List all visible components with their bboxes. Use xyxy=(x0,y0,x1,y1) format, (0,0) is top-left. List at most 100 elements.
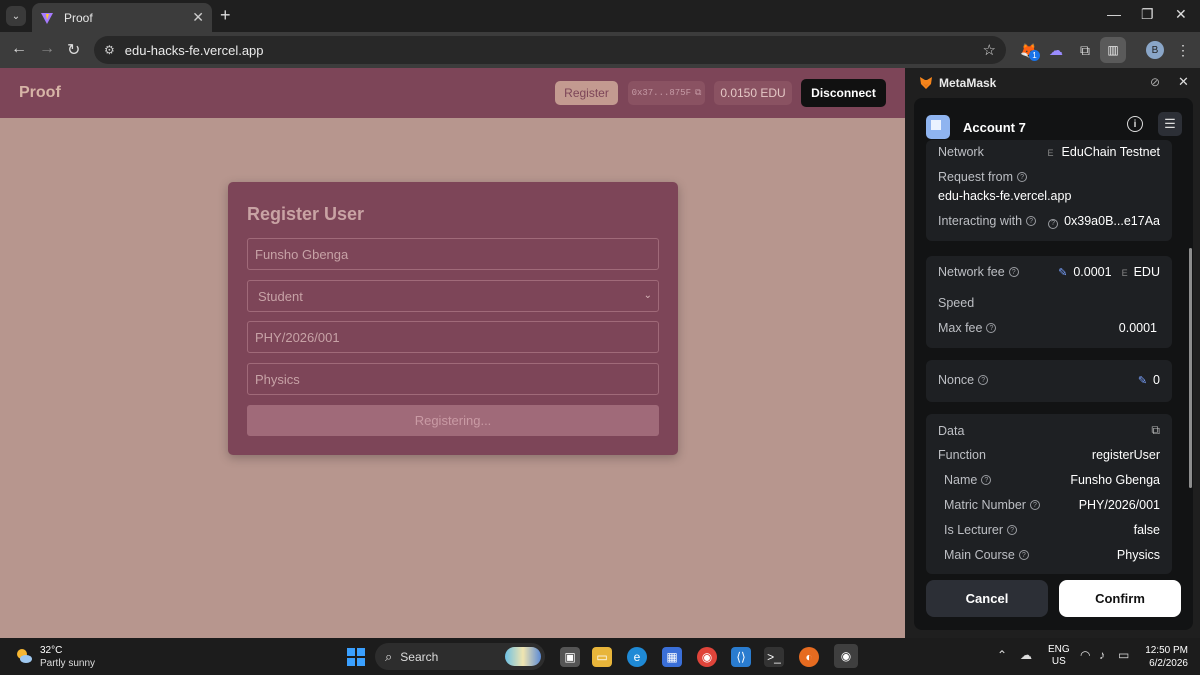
panel-close-icon[interactable]: ✕ xyxy=(1178,74,1189,90)
max-fee-row: Max fee? 0.0001 xyxy=(938,321,1160,335)
lang-line2: US xyxy=(1051,656,1066,667)
wifi-icon[interactable]: ◠ xyxy=(1080,648,1090,662)
param-row: Main Course? Physics xyxy=(944,548,1160,562)
param-row: Name? Funsho Gbenga xyxy=(944,473,1160,487)
account-avatar xyxy=(926,115,950,139)
copy-data-icon[interactable]: ⧉ xyxy=(1151,423,1160,438)
address-bar[interactable]: ⚙ edu-hacks-fe.vercel.app ☆ xyxy=(94,36,1006,64)
clock-date: 6/2/2026 xyxy=(1149,658,1188,669)
windows-taskbar: 32°C Partly sunny ⌕ Search ▣ ▭ e ▦ ◉ ⟨⟩ … xyxy=(0,638,1200,675)
file-explorer-icon[interactable]: ▭ xyxy=(592,647,612,667)
network-fee-label: Network fee xyxy=(938,265,1005,279)
site-settings-icon[interactable]: ⚙ xyxy=(104,43,115,57)
wallet-address-chip[interactable]: 0x37...875F ⧉ xyxy=(628,81,705,105)
param-value: false xyxy=(1133,523,1160,537)
extension-icon[interactable]: ☁ xyxy=(1046,40,1066,60)
close-tab-icon[interactable]: ✕ xyxy=(192,9,204,26)
edit-pencil-icon[interactable]: ✎ xyxy=(1138,375,1147,387)
puzzle-extensions-icon[interactable]: ⧉ xyxy=(1075,40,1095,60)
network-row: Network E EduChain Testnet xyxy=(938,145,1160,159)
lang-line1: ENG xyxy=(1048,644,1070,655)
onedrive-icon[interactable]: ☁ xyxy=(1020,648,1032,662)
help-icon[interactable]: ? xyxy=(986,323,997,333)
metamask-confirmation: Account 7 i ☰ Network E EduChain Testnet … xyxy=(914,98,1193,630)
edge-icon[interactable]: e xyxy=(627,647,647,667)
restore-icon[interactable]: ❐ xyxy=(1141,6,1154,23)
function-value: registerUser xyxy=(1091,448,1160,462)
browser-tab-strip: ⌄ Proof ✕ + — ❐ ✕ xyxy=(0,0,1200,32)
chevron-down-icon: ⌄ xyxy=(11,10,21,22)
help-icon[interactable]: ? xyxy=(981,475,992,485)
tab-search-button[interactable]: ⌄ xyxy=(6,6,26,26)
vite-favicon-icon xyxy=(41,12,53,24)
web-page: Proof Register 0x37...875F ⧉ 0.0150 EDU … xyxy=(0,68,905,638)
vscode-icon[interactable]: ⟨⟩ xyxy=(731,647,751,667)
interacting-with-group[interactable]: ? 0x39a0B...e17Aa xyxy=(1044,214,1160,229)
help-icon[interactable]: ? xyxy=(1017,172,1028,182)
nonce-label: Nonce xyxy=(938,373,975,387)
start-button[interactable] xyxy=(347,648,365,666)
profile-avatar[interactable]: B xyxy=(1146,41,1164,59)
register-submit-button[interactable]: Registering... xyxy=(247,405,659,436)
cancel-button[interactable]: Cancel xyxy=(926,580,1048,617)
language-indicator[interactable]: ENG US xyxy=(1048,644,1070,668)
param-value: PHY/2026/001 xyxy=(1078,498,1160,512)
bookmark-star-icon[interactable]: ☆ xyxy=(983,41,996,59)
firefox-icon[interactable]: ◐ xyxy=(799,647,819,667)
app-brand[interactable]: Proof xyxy=(19,84,61,102)
system-clock[interactable]: 12:50 PM 6/2/2026 xyxy=(1144,644,1188,670)
url-text: edu-hacks-fe.vercel.app xyxy=(124,42,264,58)
register-user-card: Register User Funsho Gbenga Student ⌄ PH… xyxy=(228,182,678,455)
back-arrow-icon[interactable]: ← xyxy=(11,40,27,58)
name-input[interactable]: Funsho Gbenga xyxy=(247,238,659,270)
help-icon[interactable]: ? xyxy=(1029,500,1040,510)
advanced-details-icon[interactable]: ☰ xyxy=(1158,112,1182,136)
terminal-icon[interactable]: >_ xyxy=(764,647,784,667)
param-label: Main Course xyxy=(944,548,1015,562)
chrome-profile-icon[interactable]: ◉ xyxy=(697,647,717,667)
edit-pencil-icon[interactable]: ✎ xyxy=(1058,267,1067,279)
nonce-group[interactable]: ✎ 0 xyxy=(1138,373,1160,387)
matric-number-input[interactable]: PHY/2026/001 xyxy=(247,321,659,353)
network-fee-row: Network fee? ✎ 0.0001 E EDU xyxy=(938,265,1160,279)
wallet-address: 0x37...875F xyxy=(631,88,691,98)
reload-icon[interactable]: ↻ xyxy=(67,40,80,60)
volume-icon[interactable]: ♪ xyxy=(1099,648,1105,662)
minimize-icon[interactable]: — xyxy=(1107,6,1121,22)
param-value: Funsho Gbenga xyxy=(1070,473,1160,487)
help-icon[interactable]: ? xyxy=(1018,550,1029,560)
course-input[interactable]: Physics xyxy=(247,363,659,395)
role-select-value: Student xyxy=(258,288,303,304)
battery-icon[interactable]: ▭ xyxy=(1118,648,1129,662)
disconnect-button[interactable]: Disconnect xyxy=(801,79,886,107)
scrollbar[interactable] xyxy=(1189,248,1192,488)
help-icon[interactable]: ? xyxy=(1026,216,1037,227)
help-icon[interactable]: ? xyxy=(1007,525,1018,535)
confirm-button[interactable]: Confirm xyxy=(1059,580,1181,617)
interacting-with-value: 0x39a0B...e17Aa xyxy=(1064,214,1160,228)
help-icon: ? xyxy=(1048,218,1059,229)
unpin-icon[interactable]: ⊘ xyxy=(1150,75,1160,89)
browser-menu-icon[interactable]: ⋮ xyxy=(1173,40,1193,60)
new-tab-button[interactable]: + xyxy=(220,5,231,26)
app-header: Proof Register 0x37...875F ⧉ 0.0150 EDU … xyxy=(0,68,905,118)
help-icon[interactable]: ? xyxy=(978,375,989,385)
show-hidden-icons[interactable]: ⌃ xyxy=(997,648,1007,662)
info-icon[interactable]: i xyxy=(1127,116,1143,132)
side-panel-button[interactable]: ▥ xyxy=(1100,37,1126,63)
taskbar-search[interactable]: ⌕ Search xyxy=(375,643,545,670)
partly-sunny-icon[interactable] xyxy=(15,647,33,665)
header-register-button[interactable]: Register xyxy=(555,81,618,105)
network-fee-group[interactable]: ✎ 0.0001 E EDU xyxy=(1058,265,1160,279)
browser-tab[interactable]: Proof ✕ xyxy=(32,3,212,32)
chrome-active-icon[interactable]: ◉ xyxy=(834,644,858,668)
store-icon[interactable]: ▦ xyxy=(662,647,682,667)
task-view-icon[interactable]: ▣ xyxy=(560,647,580,667)
role-select[interactable]: Student ⌄ xyxy=(247,280,659,312)
forward-arrow-icon[interactable]: → xyxy=(39,40,55,58)
data-label: Data xyxy=(938,423,965,438)
function-row: Function registerUser xyxy=(938,448,1160,462)
help-icon[interactable]: ? xyxy=(1008,267,1019,277)
window-close-icon[interactable]: ✕ xyxy=(1175,6,1187,23)
extension-badge: 1 xyxy=(1029,50,1040,61)
